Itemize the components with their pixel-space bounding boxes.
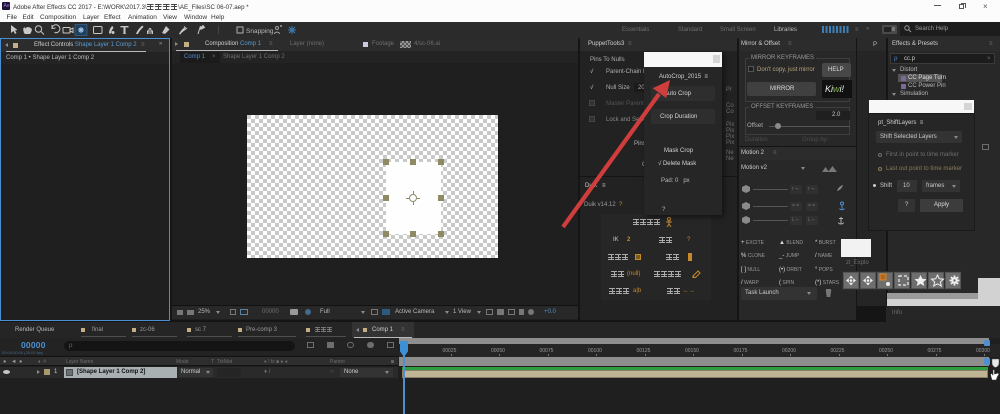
svg-text:Snapping: Snapping bbox=[246, 28, 274, 35]
